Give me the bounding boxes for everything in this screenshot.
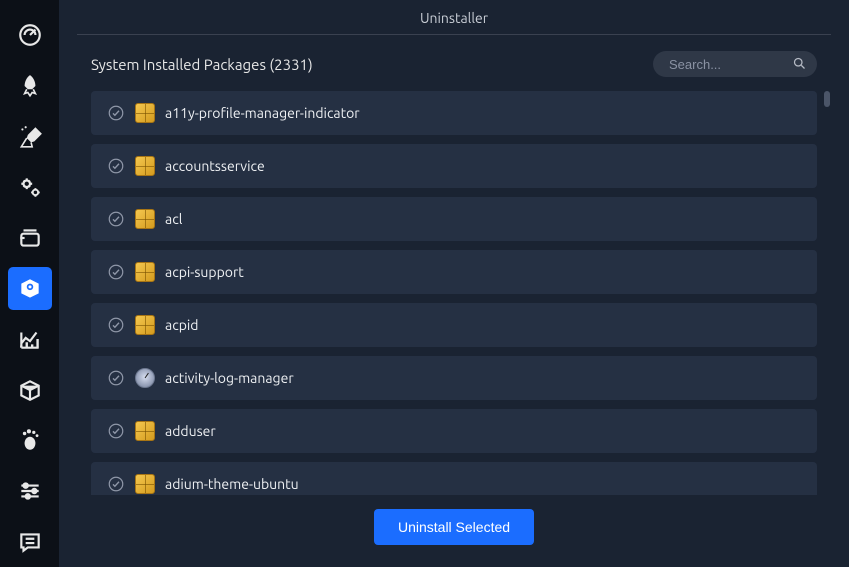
sidebar-item-startup[interactable] [8,65,52,108]
search-icon [792,56,807,71]
sidebar-item-cleaner[interactable] [8,115,52,158]
window-title: Uninstaller [77,0,831,34]
sidebar-item-logs[interactable] [8,520,52,563]
section-title: System Installed Packages (2331) [91,56,313,73]
package-name-label: adium-theme-ubuntu [165,476,299,492]
sidebar-item-dashboard[interactable] [8,14,52,57]
package-name-label: a11y-profile-manager-indicator [165,105,360,121]
package-box-icon [135,474,155,494]
uninstall-selected-button[interactable]: Uninstall Selected [374,509,534,545]
section-header: System Installed Packages (2331) [77,51,831,91]
clock-icon [135,368,155,388]
title-divider [77,34,831,35]
package-box-icon [135,315,155,335]
sidebar-item-packages[interactable] [8,368,52,411]
package-eye-icon [17,276,43,302]
scrollbar-track[interactable] [823,91,831,495]
box-icon [17,377,43,403]
package-row[interactable]: activity-log-manager [91,356,817,400]
package-box-icon [135,209,155,229]
broom-icon [17,124,43,150]
package-box-icon [135,262,155,282]
gauge-icon [17,22,43,48]
package-name-label: acpid [165,317,199,333]
sidebar-item-uninstaller[interactable] [8,267,52,310]
sidebar-item-services[interactable] [8,166,52,209]
package-row[interactable]: a11y-profile-manager-indicator [91,91,817,135]
scrollbar-thumb[interactable] [824,91,830,107]
package-name-label: activity-log-manager [165,370,294,386]
check-circle-icon[interactable] [107,422,125,440]
sidebar-item-processes[interactable] [8,217,52,260]
check-circle-icon[interactable] [107,369,125,387]
footer: Uninstall Selected [77,495,831,567]
check-circle-icon[interactable] [107,316,125,334]
card-stack-icon [17,225,43,251]
gears-icon [17,174,43,200]
package-row[interactable]: adium-theme-ubuntu [91,462,817,495]
rocket-icon [17,73,43,99]
check-circle-icon[interactable] [107,210,125,228]
sidebar-item-gnome[interactable] [8,419,52,462]
check-circle-icon[interactable] [107,104,125,122]
check-circle-icon[interactable] [107,475,125,493]
sliders-icon [17,478,43,504]
gnome-foot-icon [17,427,43,453]
section-title-count: (2331) [269,56,312,73]
sidebar-item-settings[interactable] [8,470,52,513]
package-box-icon [135,103,155,123]
message-lines-icon [17,529,43,555]
check-circle-icon[interactable] [107,263,125,281]
package-row[interactable]: acpid [91,303,817,347]
search-box [653,51,817,77]
check-circle-icon[interactable] [107,157,125,175]
package-box-icon [135,156,155,176]
package-row[interactable]: acpi-support [91,250,817,294]
package-list: a11y-profile-manager-indicator accountsse… [77,91,831,495]
section-title-prefix: System Installed Packages [91,56,266,73]
package-name-label: acl [165,211,182,227]
chart-line-icon [17,326,43,352]
sidebar [0,0,59,567]
package-row[interactable]: adduser [91,409,817,453]
package-name-label: adduser [165,423,216,439]
package-row[interactable]: acl [91,197,817,241]
sidebar-item-resources[interactable] [8,318,52,361]
main-panel: Uninstaller System Installed Packages (2… [59,0,849,567]
package-row[interactable]: accountsservice [91,144,817,188]
package-name-label: accountsservice [165,158,265,174]
package-box-icon [135,421,155,441]
package-name-label: acpi-support [165,264,244,280]
